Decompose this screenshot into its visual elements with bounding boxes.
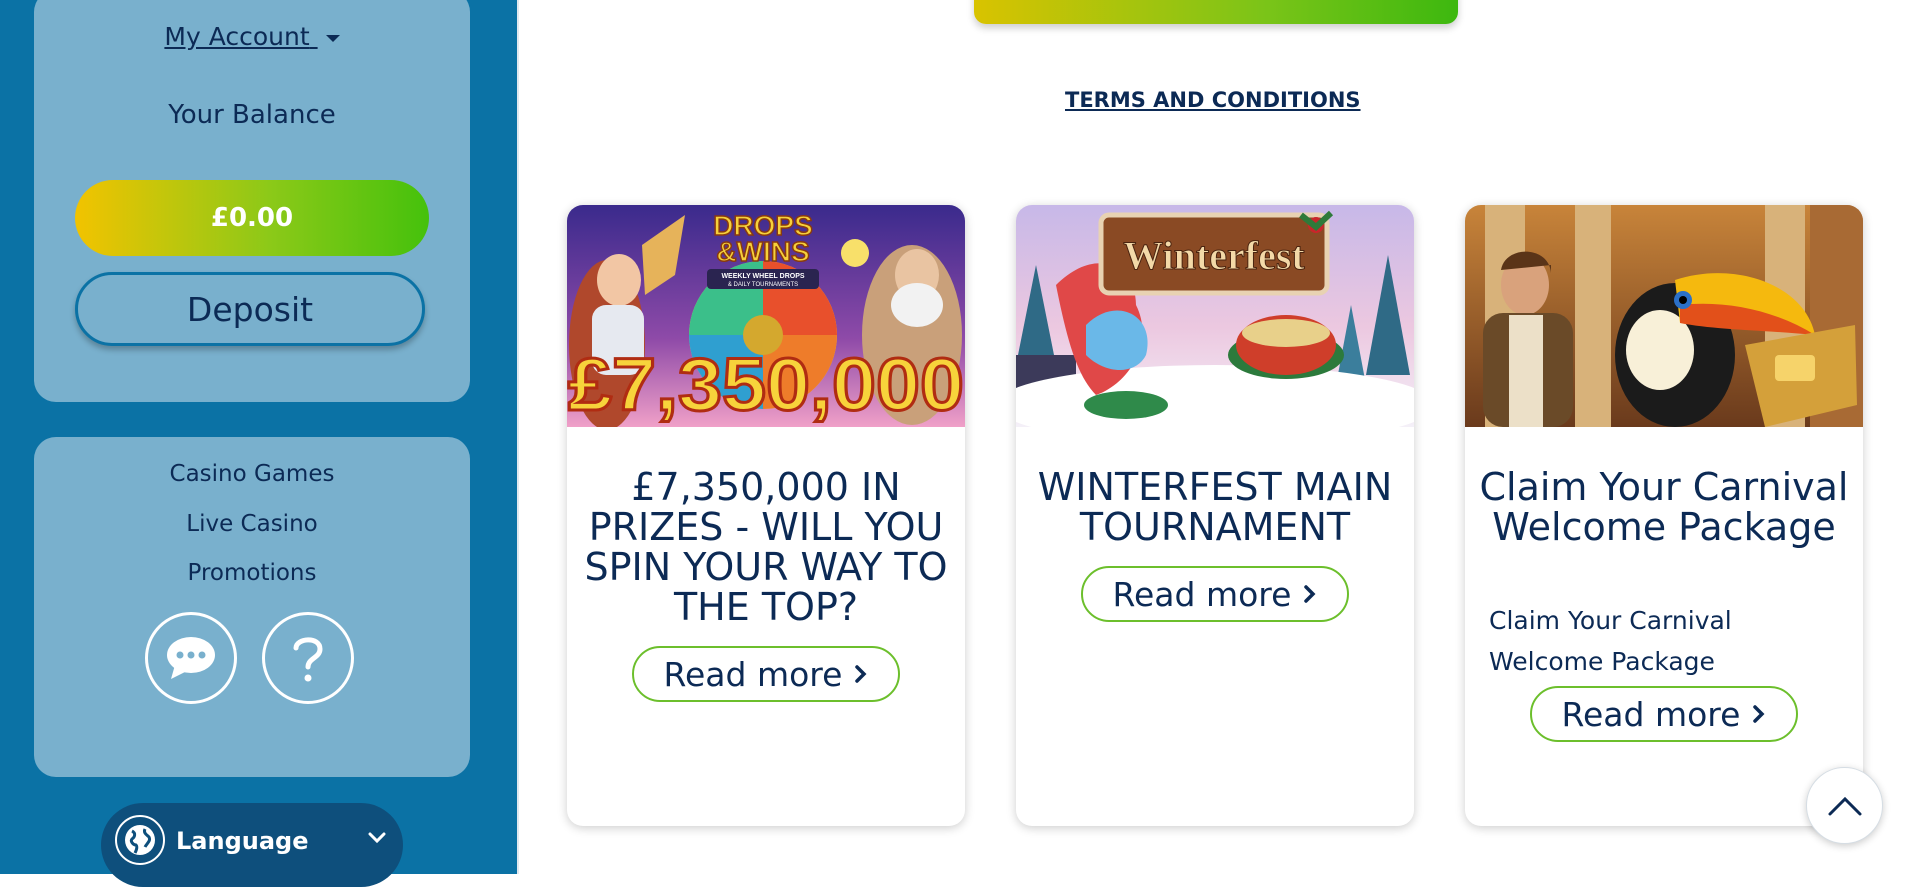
read-more-label[interactable]: Read more — [1113, 575, 1292, 614]
nav-promotions[interactable]: Promotions — [34, 560, 470, 586]
scroll-to-top-button[interactable] — [1806, 767, 1883, 844]
nav-panel: Casino Games Live Casino Promotions — [34, 437, 470, 777]
chevron-right-icon[interactable] — [1303, 584, 1317, 604]
chevron-down-icon — [368, 832, 386, 844]
terms-and-conditions-link[interactable]: TERMS AND CONDITIONS — [1065, 88, 1361, 112]
promo-card-winterfest: Winterfest WINTERFEST MAIN TOURNAMENT Re… — [1016, 205, 1414, 826]
deposit-button[interactable]: Deposit — [75, 272, 425, 346]
sidebar-divider — [517, 0, 519, 874]
promo-image-winterfest: Winterfest — [1016, 205, 1414, 427]
read-more-label[interactable]: Read more — [664, 655, 843, 694]
promo-title: Claim Your Carnival Welcome Package — [1479, 465, 1849, 549]
top-gradient-bar — [974, 0, 1458, 24]
promo-title: £7,350,000 IN PRIZES - WILL YOU SPIN YOU… — [584, 465, 948, 629]
promo-card-carnival: Claim Your Carnival Welcome Package Clai… — [1465, 205, 1863, 826]
svg-text:& DAILY TOURNAMENTS: & DAILY TOURNAMENTS — [728, 282, 798, 288]
sidebar: My Account Your Balance £0.00 Deposit Ca… — [0, 0, 517, 887]
balance-display: £0.00 — [75, 180, 429, 256]
promo-image-carnival — [1465, 205, 1863, 427]
chevron-up-icon[interactable] — [1827, 795, 1863, 817]
promo-image-drops-wins: DROPS &WINS WEEKLY WHEEL DROPS & DAILY T… — [567, 205, 965, 427]
chat-bubble-icon — [167, 637, 215, 679]
my-account-dropdown[interactable]: My Account — [34, 22, 470, 51]
promo-card-drops-wins: DROPS &WINS WEEKLY WHEEL DROPS & DAILY T… — [567, 205, 965, 826]
promo-description: Claim Your Carnival Welcome Package — [1489, 606, 1732, 676]
svg-text:WEEKLY WHEEL DROPS: WEEKLY WHEEL DROPS — [721, 273, 804, 280]
language-label: Language — [176, 827, 309, 855]
live-chat-button[interactable] — [145, 612, 237, 704]
my-account-label[interactable]: My Account — [164, 22, 309, 51]
nav-casino-games[interactable]: Casino Games — [34, 461, 470, 487]
language-selector[interactable]: Language — [101, 803, 403, 887]
balance-label: Your Balance — [168, 100, 336, 130]
promo-title: WINTERFEST MAIN TOURNAMENT — [1037, 465, 1393, 549]
svg-text:Winterfest: Winterfest — [1123, 233, 1305, 278]
read-more-label[interactable]: Read more — [1562, 695, 1741, 734]
svg-text:£7,350,000: £7,350,000 — [568, 343, 964, 426]
nav-live-casino[interactable]: Live Casino — [34, 511, 470, 537]
read-more-button[interactable]: Read more — [1530, 686, 1798, 742]
svg-text:&WINS: &WINS — [716, 236, 809, 267]
read-more-button[interactable]: Read more — [1081, 566, 1349, 622]
globe-icon — [115, 815, 165, 865]
help-button[interactable] — [262, 612, 354, 704]
account-panel: My Account Your Balance £0.00 Deposit — [34, 0, 470, 402]
read-more-button[interactable]: Read more — [632, 646, 900, 702]
chevron-right-icon[interactable] — [1752, 704, 1766, 724]
caret-down-icon[interactable] — [325, 34, 340, 42]
chevron-right-icon[interactable] — [854, 664, 868, 684]
question-mark-icon — [293, 637, 323, 682]
